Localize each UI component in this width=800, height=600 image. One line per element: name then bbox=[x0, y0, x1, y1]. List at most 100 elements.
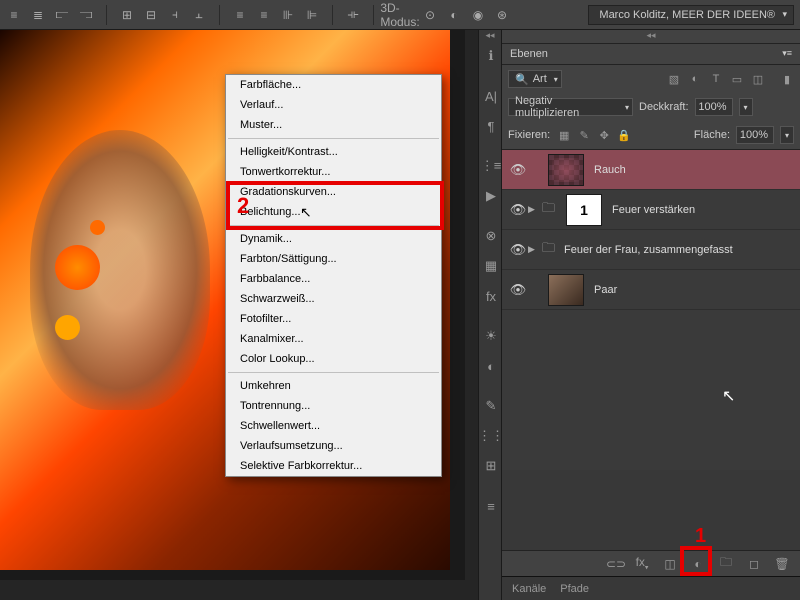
distribute-icon[interactable]: ⊟ bbox=[143, 7, 159, 23]
filter-smart-icon[interactable]: ◫ bbox=[751, 72, 765, 86]
styles-panel-icon[interactable]: fx bbox=[479, 284, 503, 308]
lock-transparency-icon[interactable]: ▦ bbox=[556, 127, 572, 143]
brush-presets-icon[interactable]: ⋮⋮ bbox=[479, 424, 503, 448]
swatches-panel-icon[interactable]: ▦ bbox=[479, 254, 503, 278]
character-panel-icon[interactable]: A| bbox=[479, 84, 503, 108]
right-panels: ◂◂ Ebenen ▾≡ 🔍 Art ▧ ◐ T ▭ ◫ ▮ Negativ m… bbox=[502, 30, 800, 600]
visibility-icon[interactable]: 👁 bbox=[508, 282, 528, 298]
menu-item[interactable]: Tontrennung... bbox=[226, 396, 441, 416]
distribute-icon[interactable]: ≡ bbox=[256, 7, 272, 23]
spacing-icon[interactable]: ⟛ bbox=[345, 7, 361, 23]
panel-menu-icon[interactable]: ▾≡ bbox=[782, 48, 792, 60]
properties-icon[interactable]: ≡ bbox=[479, 494, 503, 518]
fill-input[interactable]: 100% bbox=[736, 126, 774, 144]
menu-item[interactable]: Farbbalance... bbox=[226, 269, 441, 289]
actions-panel-icon[interactable]: ⋮≡ bbox=[479, 154, 503, 178]
menu-item[interactable]: Belichtung... bbox=[226, 202, 441, 222]
layer-name[interactable]: Paar bbox=[594, 284, 617, 296]
add-mask-icon[interactable]: ◫ bbox=[662, 557, 678, 571]
paragraph-panel-icon[interactable]: ¶ bbox=[479, 114, 503, 138]
menu-item[interactable]: Schwellenwert... bbox=[226, 416, 441, 436]
menu-item[interactable]: Tonwertkorrektur... bbox=[226, 162, 441, 182]
play-icon[interactable]: ▶ bbox=[479, 184, 503, 208]
clone-panel-icon[interactable]: ⊞ bbox=[479, 454, 503, 478]
opacity-stepper[interactable]: ▾ bbox=[739, 98, 753, 116]
menu-item[interactable]: Farbfläche... bbox=[226, 75, 441, 95]
distribute-icon[interactable]: ⊫ bbox=[304, 7, 320, 23]
collapse-icon[interactable]: ◂◂ bbox=[479, 30, 501, 44]
menu-item[interactable]: Gradationskurven... bbox=[226, 182, 441, 202]
filter-adjust-icon[interactable]: ◐ bbox=[688, 72, 702, 86]
align-icon[interactable]: ⫎ bbox=[78, 7, 94, 23]
menu-item[interactable]: Kanalmixer... bbox=[226, 329, 441, 349]
layer-row[interactable]: 👁▶🗀1Feuer verstärken bbox=[502, 190, 800, 230]
menu-item[interactable]: Verlaufsumsetzung... bbox=[226, 436, 441, 456]
distribute-icon[interactable]: ≡ bbox=[232, 7, 248, 23]
menu-item[interactable]: Farbton/Sättigung... bbox=[226, 249, 441, 269]
masks-panel-icon[interactable]: ◐ bbox=[479, 354, 503, 378]
opacity-input[interactable]: 100% bbox=[695, 98, 733, 116]
layer-thumb[interactable] bbox=[548, 154, 584, 186]
brush-panel-icon[interactable]: ✎ bbox=[479, 394, 503, 418]
3d-icon[interactable]: ◉ bbox=[470, 7, 486, 23]
info-panel-icon[interactable]: ℹ bbox=[479, 44, 503, 68]
fill-stepper[interactable]: ▾ bbox=[780, 126, 794, 144]
menu-item[interactable]: Verlauf... bbox=[226, 95, 441, 115]
3d-icon[interactable]: ⊛ bbox=[494, 7, 510, 23]
channels-tab[interactable]: Kanäle bbox=[512, 583, 546, 595]
new-group-icon[interactable]: 🗀 bbox=[718, 553, 734, 574]
layer-name[interactable]: Feuer der Frau, zusammengefasst bbox=[564, 244, 733, 256]
layer-name[interactable]: Rauch bbox=[594, 164, 626, 176]
new-adjustment-layer-icon[interactable]: ◐ bbox=[690, 557, 706, 571]
layer-thumb[interactable] bbox=[548, 274, 584, 306]
workspace-selector[interactable]: Marco Kolditz, MEER DER IDEEN® bbox=[588, 5, 794, 25]
filter-toggle-icon[interactable]: ▮ bbox=[780, 72, 794, 86]
layer-filter-row: 🔍 Art ▧ ◐ T ▭ ◫ ▮ bbox=[502, 65, 800, 93]
layers-panel-tab[interactable]: Ebenen ▾≡ bbox=[502, 44, 800, 65]
delete-layer-icon[interactable]: 🗑 bbox=[774, 557, 790, 571]
layer-fx-icon[interactable]: fx▾ bbox=[634, 555, 650, 571]
menu-item[interactable]: Umkehren bbox=[226, 376, 441, 396]
layer-row[interactable]: 👁 Rauch bbox=[502, 150, 800, 190]
layer-row[interactable]: 👁▶🗀Feuer der Frau, zusammengefasst bbox=[502, 230, 800, 270]
filter-pixel-icon[interactable]: ▧ bbox=[667, 72, 681, 86]
align-icon[interactable]: ≡ bbox=[6, 7, 22, 23]
filter-type-dropdown[interactable]: 🔍 Art bbox=[508, 70, 562, 88]
lock-label: Fixieren: bbox=[508, 129, 550, 141]
distribute-icon[interactable]: ⫞ bbox=[167, 7, 183, 23]
menu-item[interactable]: Schwarzweiß... bbox=[226, 289, 441, 309]
3d-icon[interactable]: ⊙ bbox=[422, 7, 438, 23]
visibility-icon[interactable]: 👁 bbox=[508, 162, 528, 178]
3d-icon[interactable]: ◐ bbox=[446, 7, 462, 23]
distribute-icon[interactable]: ⊞ bbox=[119, 7, 135, 23]
align-icon[interactable]: ⫍ bbox=[54, 7, 70, 23]
menu-item[interactable]: Helligkeit/Kontrast... bbox=[226, 142, 441, 162]
menu-item[interactable]: Muster... bbox=[226, 115, 441, 135]
menu-item[interactable]: Fotofilter... bbox=[226, 309, 441, 329]
lock-position-icon[interactable]: ✥ bbox=[596, 127, 612, 143]
filter-text-icon[interactable]: T bbox=[709, 72, 723, 86]
visibility-icon[interactable]: 👁 bbox=[508, 242, 528, 258]
new-layer-icon[interactable]: ◻ bbox=[746, 557, 762, 571]
menu-item[interactable]: Selektive Farbkorrektur... bbox=[226, 456, 441, 476]
distribute-icon[interactable]: ⊪ bbox=[280, 7, 296, 23]
layer-row[interactable]: 👁 Paar bbox=[502, 270, 800, 310]
menu-item[interactable]: Color Lookup... bbox=[226, 349, 441, 369]
filter-shape-icon[interactable]: ▭ bbox=[730, 72, 744, 86]
paths-tab[interactable]: Pfade bbox=[560, 583, 589, 595]
layer-name[interactable]: Feuer verstärken bbox=[612, 204, 695, 216]
collapse-icon[interactable]: ◂◂ bbox=[502, 30, 800, 44]
layer-mask-thumb[interactable]: 1 bbox=[566, 194, 602, 226]
expand-icon[interactable]: ▶ bbox=[528, 204, 542, 215]
menu-item[interactable]: Dynamik... bbox=[226, 229, 441, 249]
link-layers-icon[interactable]: ⊂⊃ bbox=[606, 557, 622, 571]
visibility-icon[interactable]: 👁 bbox=[508, 202, 528, 218]
adjustments-panel-icon[interactable]: ☀ bbox=[479, 324, 503, 348]
lock-pixels-icon[interactable]: ✎ bbox=[576, 127, 592, 143]
lock-all-icon[interactable]: 🔒 bbox=[616, 127, 632, 143]
color-panel-icon[interactable]: ⊗ bbox=[479, 224, 503, 248]
blend-mode-dropdown[interactable]: Negativ multiplizieren bbox=[508, 98, 633, 116]
distribute-icon[interactable]: ⫠ bbox=[191, 7, 207, 23]
expand-icon[interactable]: ▶ bbox=[528, 244, 542, 255]
align-icon[interactable]: ≣ bbox=[30, 7, 46, 23]
